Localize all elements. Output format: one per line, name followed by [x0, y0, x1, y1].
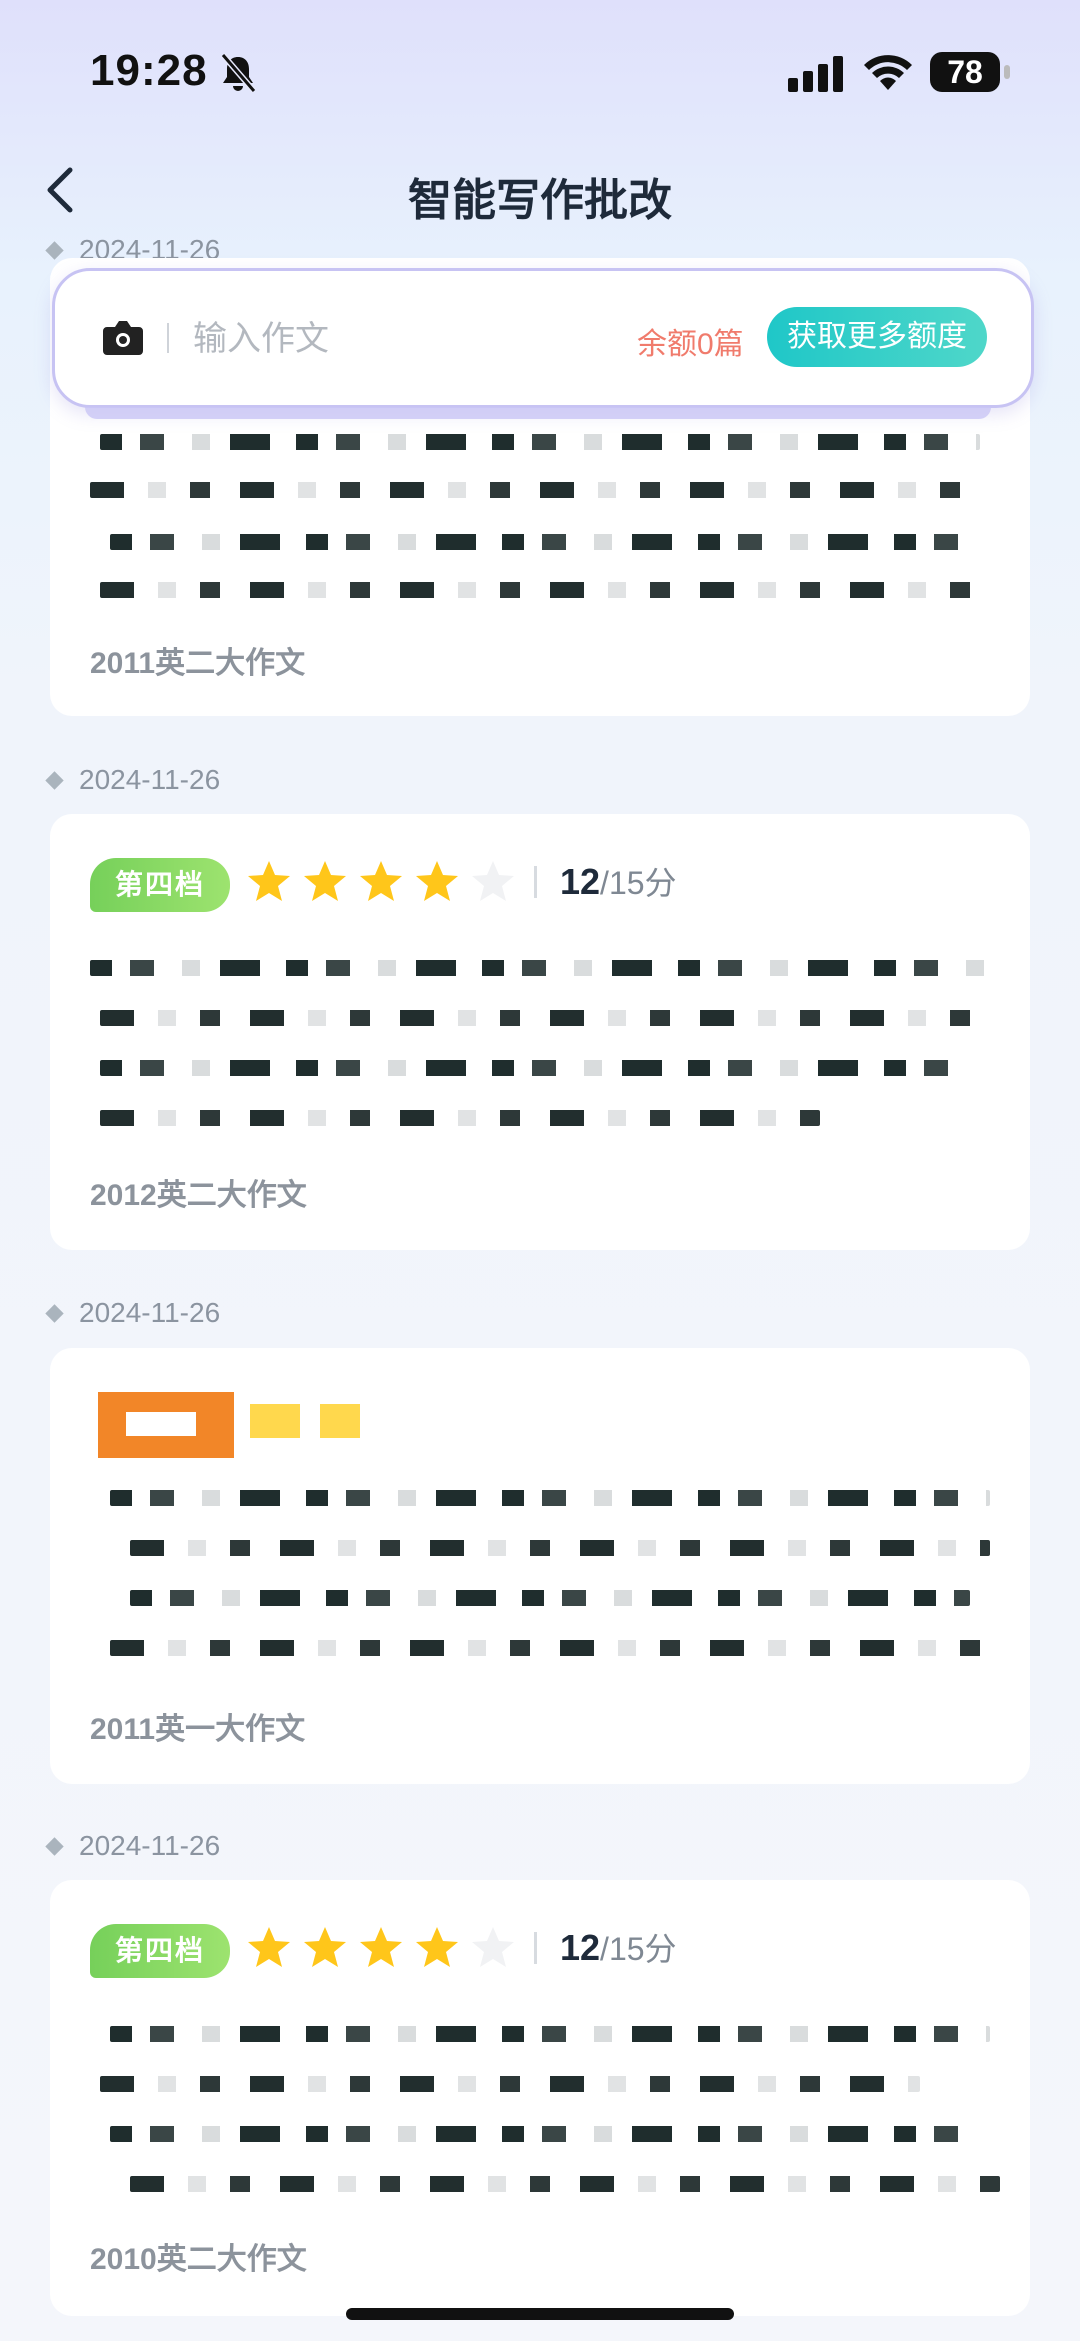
star-filled-icon [248, 1927, 290, 1967]
star-rating [246, 858, 516, 904]
page-title: 智能写作批改 [408, 176, 672, 225]
blurred-rating [250, 1404, 300, 1438]
wifi-icon [864, 55, 912, 90]
essay-search-bar: 余额0篇 获取更多额度 [52, 268, 1034, 419]
camera-icon[interactable] [101, 319, 145, 357]
star-filled-icon [248, 861, 290, 901]
essay-preview-line [100, 582, 980, 598]
battery-indicator: 78 [930, 52, 1012, 94]
star-filled-icon [304, 1927, 346, 1967]
blurred-badge [98, 1392, 234, 1458]
exam-name: 2011英二大作文 [90, 647, 306, 680]
essay-preview-line [110, 1490, 990, 1506]
essay-preview-line [90, 482, 990, 498]
star-filled-icon [304, 861, 346, 901]
exam-name: 2010英二大作文 [90, 2243, 307, 2276]
essay-preview-line [130, 1540, 990, 1556]
blurred-rating [320, 1404, 360, 1438]
exam-name: 2011英一大作文 [90, 1713, 306, 1746]
nav-bar: 智能写作批改 [0, 150, 1080, 230]
essay-preview-line [110, 534, 970, 550]
star-empty-icon [472, 861, 514, 901]
battery-level: 78 [930, 52, 1000, 92]
bell-muted-icon [220, 53, 257, 93]
star-empty-icon [472, 1927, 514, 1967]
essay-preview-line [100, 1060, 960, 1076]
score-separator [534, 1932, 537, 1964]
quota-remaining: 余额0篇 [637, 328, 744, 361]
score-separator [534, 866, 537, 898]
essay-preview-line [110, 1640, 990, 1656]
star-filled-icon [416, 861, 458, 901]
essay-preview-line [130, 1590, 970, 1606]
essay-preview-line [100, 1010, 1000, 1026]
exam-name: 2012英二大作文 [90, 1179, 307, 1212]
diamond-bullet-icon [45, 1836, 64, 1856]
status-time: 19:28 [90, 46, 208, 95]
essay-preview-line [110, 2026, 990, 2042]
star-filled-icon [360, 861, 402, 901]
get-more-quota-button[interactable]: 获取更多额度 [767, 307, 987, 367]
score: 12/15分 [560, 861, 677, 902]
home-indicator[interactable] [346, 2308, 734, 2320]
essay-preview-line [100, 1110, 820, 1126]
level-badge: 第四档 [90, 1924, 230, 1978]
essay-preview-line [110, 2126, 970, 2142]
record-date: 2024-11-26 [45, 1830, 220, 1862]
essay-preview-line [100, 2076, 920, 2092]
battery-tip [1004, 65, 1010, 79]
diamond-bullet-icon [45, 770, 64, 790]
diamond-bullet-icon [45, 240, 64, 260]
star-rating [246, 1924, 516, 1970]
star-filled-icon [360, 1927, 402, 1967]
cellular-signal-icon [788, 56, 843, 92]
record-date: 2024-11-26 [45, 1297, 220, 1329]
score: 12/15分 [560, 1927, 677, 1968]
essay-preview-line [90, 960, 1000, 976]
record-card[interactable]: 第四档 12/15分 2012英二大作文 [50, 814, 1030, 1250]
record-card[interactable]: 第四档 12/15分 2010英二大作文 [50, 1880, 1030, 2316]
essay-preview-line [130, 2176, 1000, 2192]
search-divider [167, 323, 169, 353]
record-card[interactable]: 2011英一大作文 [50, 1348, 1030, 1784]
record-date: 2024-11-26 [45, 764, 220, 796]
status-bar: 19:28 78 [0, 0, 1080, 150]
essay-input[interactable] [191, 313, 635, 365]
star-filled-icon [416, 1927, 458, 1967]
diamond-bullet-icon [45, 1303, 64, 1323]
essay-preview-line [100, 434, 980, 450]
level-badge: 第四档 [90, 858, 230, 912]
